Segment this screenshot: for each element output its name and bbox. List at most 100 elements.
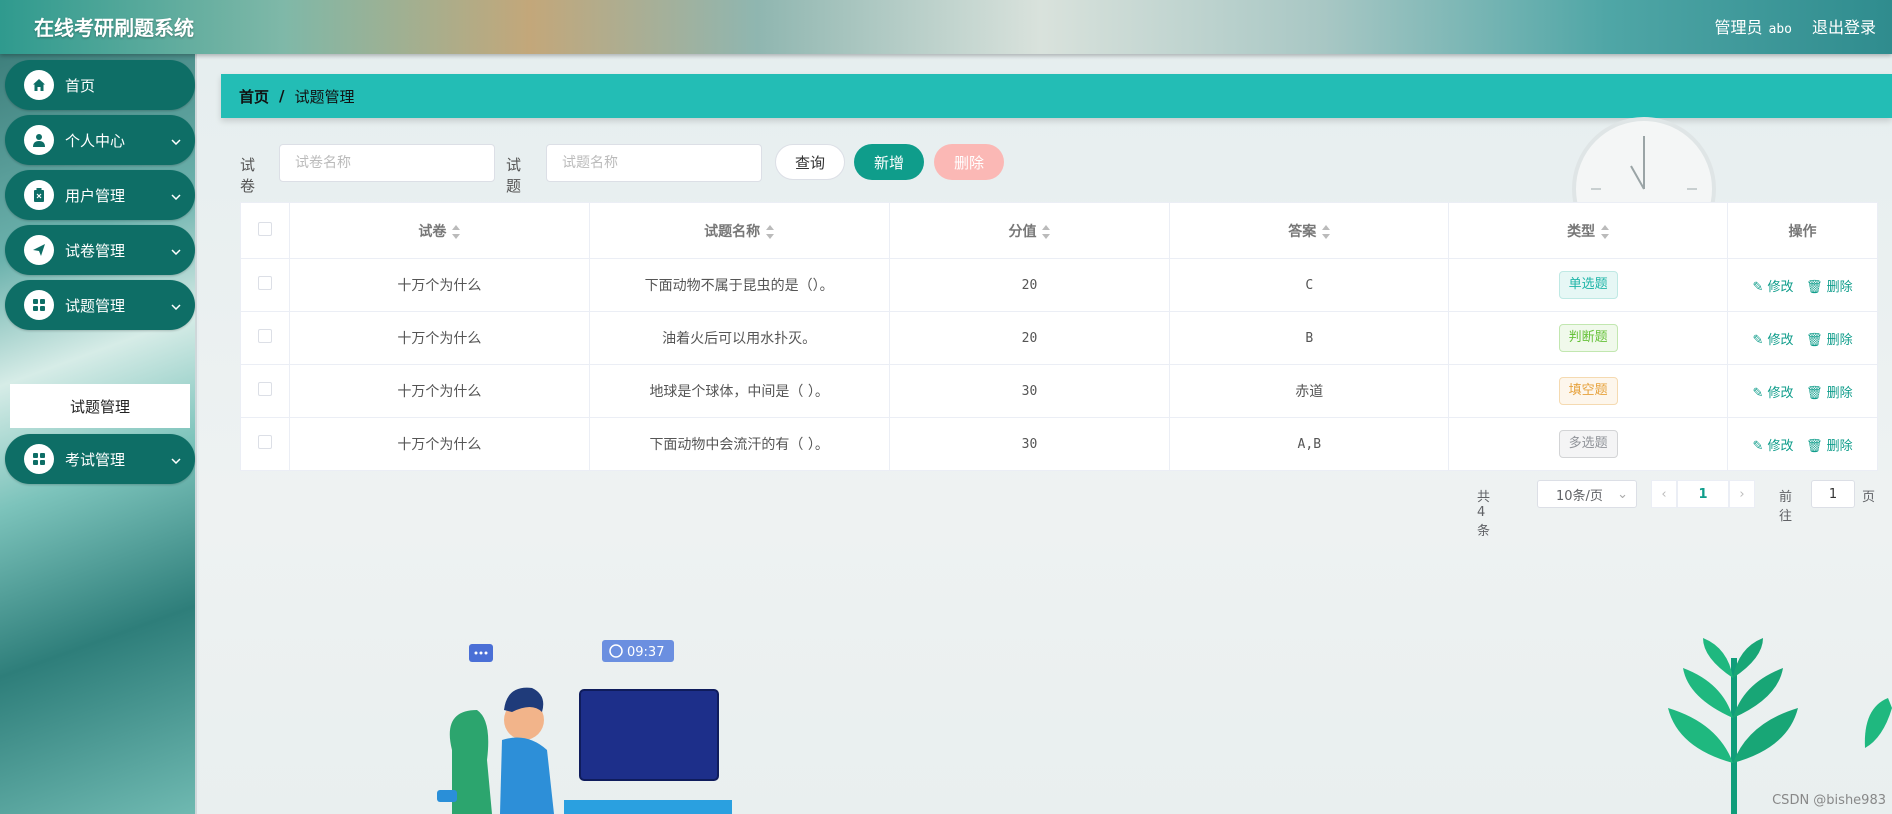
- page-size-select[interactable]: 10条/页 ⌄: [1537, 480, 1637, 508]
- paper-name-input[interactable]: [279, 144, 495, 182]
- breadcrumb: 首页 / 试题管理: [221, 74, 1892, 118]
- cell-answer: 赤道: [1169, 364, 1450, 418]
- cell-score: 20: [888, 311, 1171, 365]
- edit-link[interactable]: ✎ 修改: [1752, 439, 1793, 454]
- paper-filter-label: 试卷: [240, 156, 256, 195]
- user-role: 管理员: [1714, 18, 1763, 37]
- goto-page-input[interactable]: [1811, 480, 1855, 508]
- col-header-answer[interactable]: 答案: [1169, 202, 1450, 259]
- delete-link[interactable]: 🗑 删除: [1806, 333, 1853, 348]
- total-count: 共 4 条: [1477, 490, 1491, 539]
- edit-link[interactable]: ✎ 修改: [1752, 280, 1793, 295]
- sidebar-item-label: 考试管理: [65, 450, 126, 469]
- sidebar-item-users[interactable]: 用户管理: [5, 170, 195, 220]
- col-header-score[interactable]: 分值: [888, 202, 1171, 259]
- type-tag: 单选题: [1558, 271, 1618, 299]
- cell-type: 多选题: [1448, 417, 1729, 471]
- questions-table: 试卷 试题名称 分值 答案 类型 操作 十万个为什么 下面动物不属于昆虫的是（）…: [240, 202, 1878, 471]
- delete-link[interactable]: 🗑 删除: [1806, 439, 1853, 454]
- type-tag: 填空题: [1558, 377, 1618, 405]
- prev-page-button[interactable]: ‹: [1651, 480, 1677, 508]
- row-checkbox[interactable]: [257, 382, 272, 396]
- sidebar-item-home[interactable]: 首页: [5, 60, 195, 110]
- logout-link[interactable]: 退出登录: [1812, 14, 1876, 38]
- cell-score: 30: [888, 417, 1171, 471]
- grid-icon: [24, 290, 54, 320]
- edit-link[interactable]: ✎ 修改: [1752, 333, 1793, 348]
- breadcrumb-home[interactable]: 首页: [239, 86, 269, 107]
- sort-icon[interactable]: [766, 224, 775, 239]
- delete-link[interactable]: 🗑 删除: [1806, 386, 1853, 401]
- watermark: CSDN @bishe983: [1772, 793, 1886, 808]
- cell-answer: A,B: [1169, 417, 1450, 471]
- chevron-down-icon: [171, 131, 181, 149]
- sidebar-item-label: 首页: [65, 76, 96, 95]
- cell-answer: C: [1169, 258, 1450, 312]
- row-checkbox[interactable]: [257, 276, 272, 290]
- workspace-illustration: 09:37: [332, 640, 732, 814]
- sidebar-item-profile[interactable]: 个人中心: [5, 115, 195, 165]
- cell-answer: B: [1169, 311, 1450, 365]
- row-checkbox[interactable]: [257, 435, 272, 449]
- row-checkbox[interactable]: [257, 329, 272, 343]
- sidebar: 首页 个人中心 用户管理 试卷管理 试题管理 试题管理 考试管理: [0, 54, 197, 814]
- grid-icon: [24, 444, 54, 474]
- table-header-row: 试卷 试题名称 分值 答案 类型 操作: [240, 202, 1878, 259]
- delete-button[interactable]: 删除: [934, 144, 1004, 180]
- plant-illustration: [1633, 638, 1892, 814]
- next-page-button[interactable]: ›: [1729, 480, 1755, 508]
- table-row: 十万个为什么 下面动物中会流汗的有（ ）。 30 A,B 多选题 ✎ 修改 🗑 …: [240, 417, 1878, 471]
- table-row: 十万个为什么 下面动物不属于昆虫的是（）。 20 C 单选题 ✎ 修改 🗑 删除: [240, 258, 1878, 312]
- chevron-down-icon: [171, 186, 181, 204]
- select-all-cell: [240, 202, 290, 259]
- app-title: 在线考研刷题系统: [34, 16, 194, 40]
- col-header-question[interactable]: 试题名称: [588, 202, 890, 259]
- sidebar-item-label: 个人中心: [65, 131, 126, 150]
- cell-actions: ✎ 修改 🗑 删除: [1727, 311, 1878, 365]
- cell-actions: ✎ 修改 🗑 删除: [1727, 258, 1878, 312]
- page-suffix: 页: [1862, 490, 1876, 505]
- edit-link[interactable]: ✎ 修改: [1752, 386, 1793, 401]
- clipboard-icon: [24, 180, 54, 210]
- cell-paper: 十万个为什么: [288, 311, 590, 365]
- table-row: 十万个为什么 油着火后可以用水扑灭。 20 B 判断题 ✎ 修改 🗑 删除: [240, 311, 1878, 365]
- sidebar-item-label: 试题管理: [65, 296, 126, 315]
- col-header-paper[interactable]: 试卷: [288, 202, 590, 259]
- cell-question: 地球是个球体，中间是（ ）。: [588, 364, 890, 418]
- sidebar-item-exams[interactable]: 考试管理: [5, 434, 195, 484]
- page-number-current[interactable]: 1: [1677, 480, 1729, 508]
- cell-type: 单选题: [1448, 258, 1729, 312]
- add-button[interactable]: 新增: [854, 144, 924, 180]
- sidebar-item-label: 用户管理: [65, 186, 126, 205]
- sidebar-subitem-questions[interactable]: 试题管理: [10, 384, 190, 428]
- sort-icon[interactable]: [1601, 224, 1610, 239]
- col-header-actions: 操作: [1727, 202, 1878, 259]
- sort-icon[interactable]: [1322, 224, 1331, 239]
- top-header: 在线考研刷题系统 管理员 abo 退出登录: [0, 0, 1892, 54]
- sort-icon[interactable]: [1042, 224, 1051, 239]
- goto-label: 前往: [1779, 490, 1793, 524]
- cell-question: 下面动物中会流汗的有（ ）。: [588, 417, 890, 471]
- chevron-down-icon: [171, 241, 181, 259]
- sidebar-item-papers[interactable]: 试卷管理: [5, 225, 195, 275]
- current-user: 管理员 abo: [1715, 14, 1793, 38]
- cell-type: 判断题: [1448, 311, 1729, 365]
- svg-text:09:37: 09:37: [627, 645, 664, 660]
- sidebar-item-questions[interactable]: 试题管理: [5, 280, 195, 330]
- select-all-checkbox[interactable]: [257, 221, 272, 236]
- query-button[interactable]: 查询: [775, 144, 845, 180]
- question-filter-label: 试题: [506, 156, 522, 195]
- main-content: 首页 / 试题管理 试卷 试题 查询 新增 删除 试卷 试题名称 分值 答案 类…: [199, 54, 1892, 814]
- col-header-type[interactable]: 类型: [1448, 202, 1729, 259]
- cell-paper: 十万个为什么: [288, 364, 590, 418]
- table-row: 十万个为什么 地球是个球体，中间是（ ）。 30 赤道 填空题 ✎ 修改 🗑 删…: [240, 364, 1878, 418]
- question-name-input[interactable]: [546, 144, 762, 182]
- breadcrumb-separator: /: [279, 87, 285, 105]
- delete-link[interactable]: 🗑 删除: [1806, 280, 1853, 295]
- sidebar-item-label: 试卷管理: [65, 241, 126, 260]
- breadcrumb-current: 试题管理: [294, 87, 355, 106]
- chevron-down-icon: ⌄: [1617, 486, 1628, 502]
- cell-score: 30: [888, 364, 1171, 418]
- sort-icon[interactable]: [452, 224, 461, 239]
- chevron-up-icon: [171, 296, 181, 314]
